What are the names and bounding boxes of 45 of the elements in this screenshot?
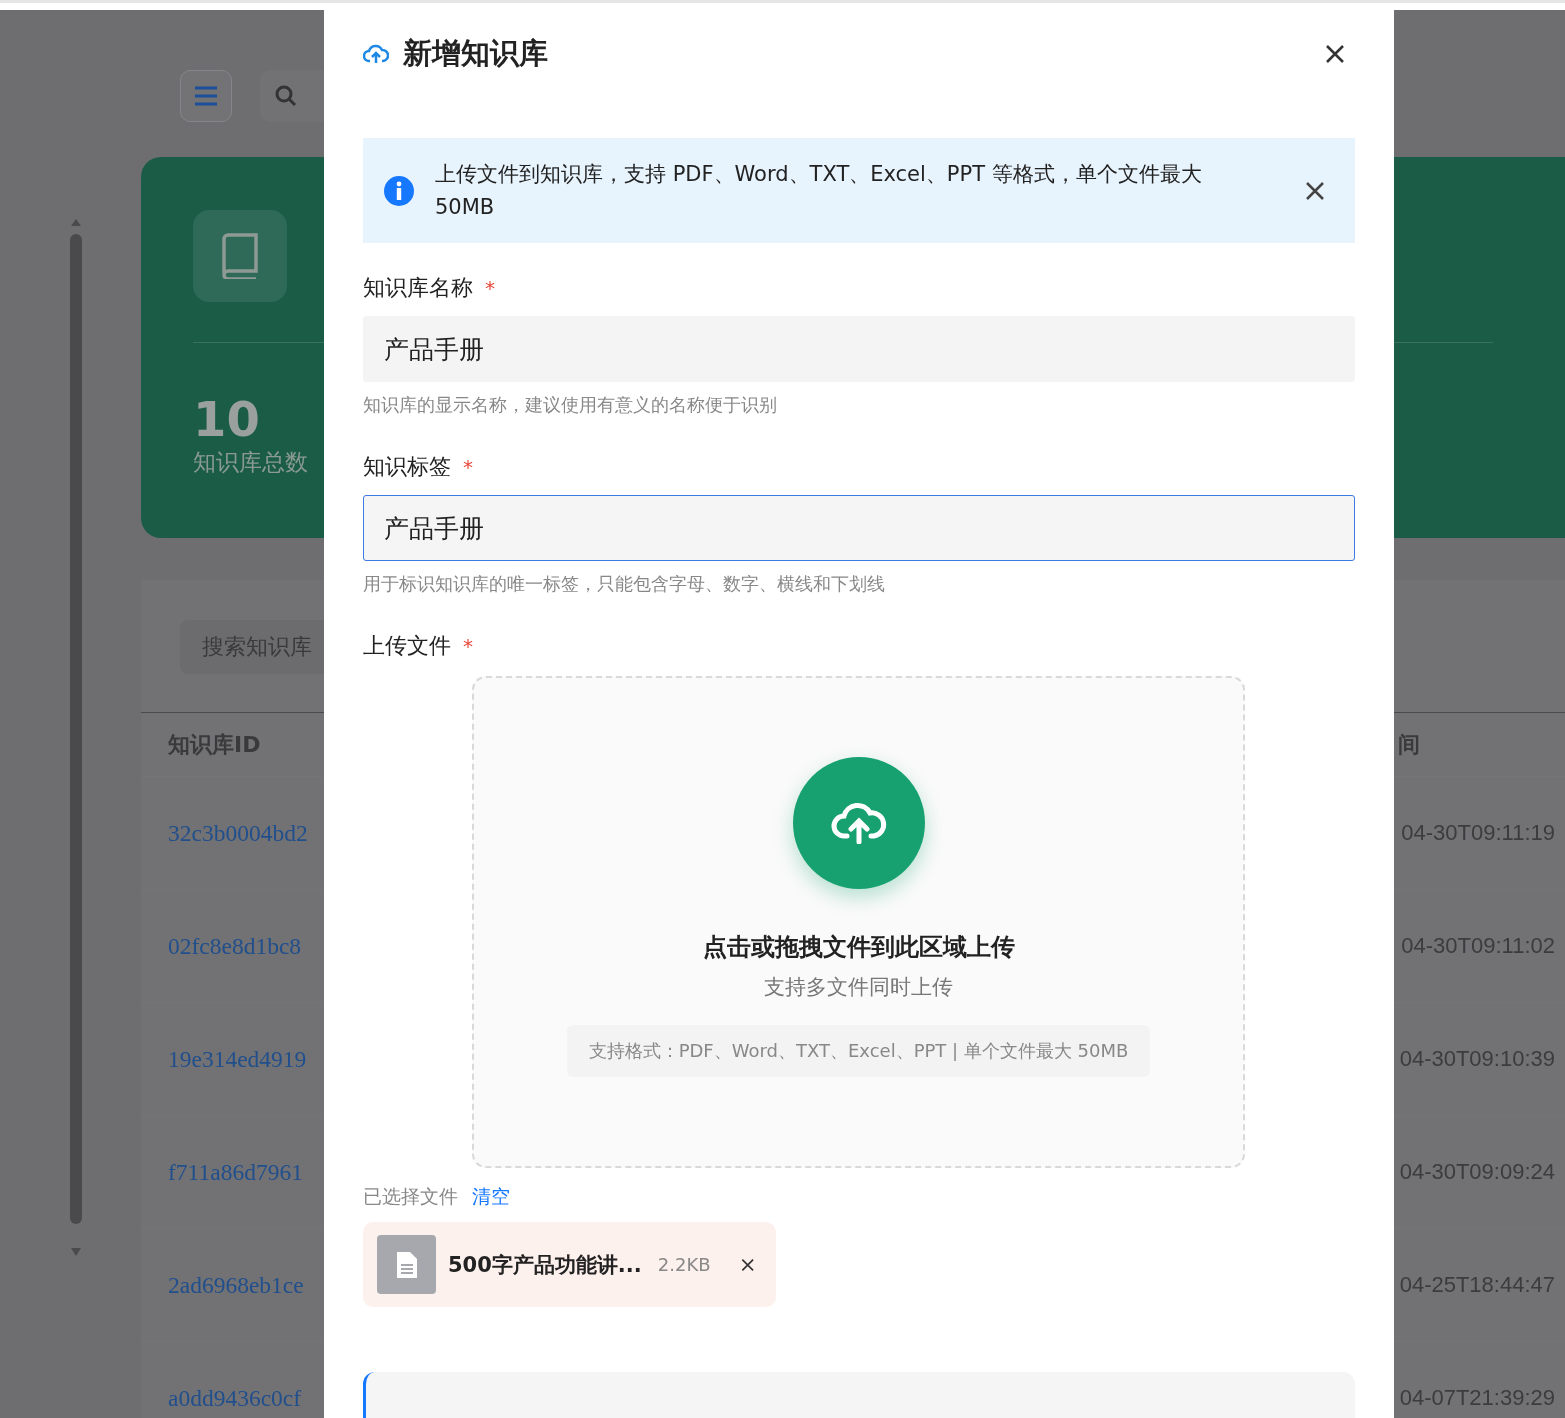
close-icon[interactable] [1325,44,1345,64]
table-cell: 04-30T09:09:24 [1399,1159,1555,1185]
id-link[interactable]: 32c3b0004bd2 [168,819,308,847]
column-header: 知识库ID [168,730,261,759]
upload-button[interactable] [792,757,925,889]
search-icon [274,84,298,108]
upload-dropzone[interactable]: 点击或拖拽文件到此区域上传 支持多文件同时上传 支持格式：PDF、Word、TXT、Excel、PPT | 单个文件最大 50MB [472,676,1245,1168]
id-link[interactable]: f711a86d7961 [168,1158,303,1186]
text-field[interactable]: 产品手册 [363,316,1355,382]
stat-value: 10 [193,393,260,445]
stat-label: 知识库总数 [193,448,308,477]
file-icon [377,1235,436,1294]
table-cell: 04-07T21:39:29 [1399,1385,1555,1411]
required-mark: * [463,634,473,658]
file-size: 2.2KB [657,1254,711,1275]
field-label: 知识库名称 [363,274,473,302]
id-link[interactable]: a0dd9436c0cf [168,1384,302,1412]
file-name: 500字产品功能讲... [448,1251,642,1279]
column-header: 间 [1398,730,1420,759]
id-link[interactable]: 02fc8e8d1bc8 [168,932,302,960]
cloud-upload-icon [830,802,887,844]
field-label: 知识标签 [363,453,451,481]
format-note: 支持格式：PDF、Word、TXT、Excel、PPT | 单个文件最大 50MB [566,1025,1151,1077]
field-hint: 知识库的显示名称，建议使用有意义的名称便于识别 [363,395,778,415]
upload-title: 点击或拖拽文件到此区域上传 [702,932,1015,963]
id-link[interactable]: 19e314ed4919 [168,1045,307,1073]
table-cell: 04-30T09:11:02 [1401,933,1555,959]
text-field[interactable]: 产品手册 [363,495,1355,561]
table-cell: 04-25T18:44:47 [1399,1272,1555,1298]
menu-icon [194,86,218,106]
info-icon [383,174,415,207]
close-icon[interactable] [1305,180,1325,201]
upload-subtitle: 支持多文件同时上传 [764,974,953,1001]
id-link[interactable]: 2ad6968eb1ce [168,1271,304,1299]
field-hint: 用于标识知识库的唯一标签，只能包含字母、数字、横线和下划线 [363,574,886,594]
book-icon [220,233,260,279]
table-cell: 04-30T09:10:39 [1399,1046,1555,1072]
table-cell: 04-30T09:11:19 [1401,820,1555,846]
selected-files-label: 已选择文件 [363,1184,458,1209]
required-mark: * [463,455,473,479]
dialog-title: 新增知识库 [403,35,548,72]
required-mark: * [485,276,495,300]
cloud-upload-icon [363,43,389,65]
clear-link[interactable]: 清空 [472,1184,510,1210]
alert-text: 上传文件到知识库，支持 PDF、Word、TXT、Excel、PPT 等格式，单个文件最大 50MB [435,160,1203,221]
